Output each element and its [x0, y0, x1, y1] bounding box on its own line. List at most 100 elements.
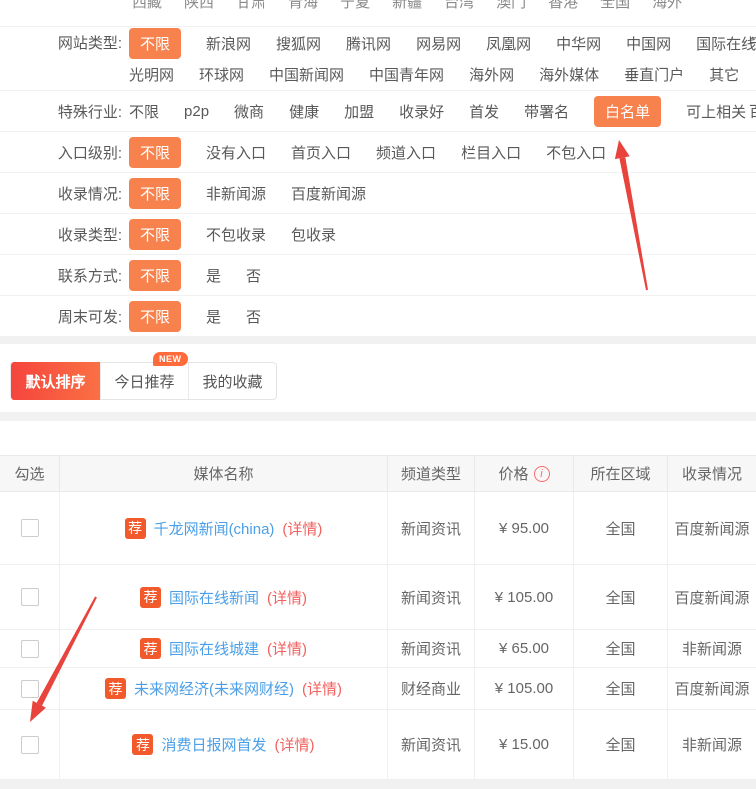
filter-option[interactable]: 白名单 [594, 95, 662, 127]
detail-link[interactable]: (详情) [267, 638, 307, 659]
price-cell: ¥ 105.00 [475, 668, 574, 710]
filter-option[interactable]: 不限 [129, 177, 182, 209]
detail-link[interactable]: (详情) [275, 734, 315, 755]
filter-option[interactable]: 不包收录 [206, 224, 266, 245]
filter-option[interactable]: 百度新闻源 [291, 183, 366, 204]
price-cell: ¥ 95.00 [475, 492, 574, 565]
filter-row: 特殊行业: 百 不限 p2p 微商 健康 加盟 收录好 首发 带署名 白名单 可上相关 [0, 91, 756, 132]
media-name-link[interactable]: 国际在线城建 [169, 638, 259, 659]
region-option[interactable]: 新疆 [392, 0, 422, 12]
media-name-link[interactable]: 未来网经济(未来网财经) [134, 678, 294, 699]
region-option[interactable]: 宁夏 [340, 0, 370, 12]
media-cell: 荐 消费日报网首发 (详情) [60, 710, 388, 780]
row-checkbox[interactable] [20, 519, 39, 537]
filter-option[interactable]: 腾讯网 [346, 33, 391, 54]
region-option[interactable]: 陕西 [184, 0, 214, 12]
filter-option[interactable]: 不限 [129, 218, 182, 250]
filter-option[interactable]: 中国青年网 [369, 64, 444, 85]
filter-option[interactable]: 光明网 [129, 64, 174, 85]
region-cell: 全国 [574, 565, 668, 630]
detail-link[interactable]: (详情) [282, 518, 322, 539]
filter-option[interactable]: 中华网 [556, 33, 601, 54]
filter-option[interactable]: 首页入口 [291, 142, 351, 163]
region-option[interactable]: 青海 [288, 0, 318, 12]
filter-option[interactable]: 栏目入口 [461, 142, 521, 163]
filter-option[interactable]: 新浪网 [206, 33, 251, 54]
filter-option[interactable]: 微商 [234, 101, 264, 122]
filter-option[interactable]: 没有入口 [206, 142, 266, 163]
filter-option[interactable]: 不限 [129, 136, 182, 168]
filter-option[interactable]: 频道入口 [376, 142, 436, 163]
filter-option[interactable]: 是 [206, 265, 221, 286]
region-option[interactable]: 甘肃 [236, 0, 266, 12]
region-option[interactable]: 澳门 [496, 0, 526, 12]
filter-option[interactable]: 网易网 [416, 33, 461, 54]
filter-option[interactable]: 否 [246, 265, 261, 286]
filter-option[interactable]: 加盟 [344, 101, 374, 122]
sort-tab[interactable]: 今日推荐 NEW [100, 352, 188, 399]
detail-link[interactable]: (详情) [267, 587, 307, 608]
filter-row: 周末可发: 不限 是 否 [0, 296, 756, 337]
filter-option[interactable]: 健康 [289, 101, 319, 122]
filter-option[interactable]: 环球网 [199, 64, 244, 85]
filter-options-line: 千 不限 新浪网 搜狐网 腾讯网 网易网 凤凰网 中华网 中国网 国际在线 [129, 27, 756, 59]
filter-option[interactable]: 是 [206, 306, 221, 327]
filter-option[interactable]: p2p [184, 103, 209, 120]
filter-option[interactable]: 包收录 [291, 224, 336, 245]
filter-label: 入口级别: [57, 144, 122, 162]
filter-option[interactable]: 可上相关 [686, 101, 746, 122]
price-info-icon[interactable]: i [533, 465, 550, 482]
filter-option[interactable]: 非新闻源 [206, 183, 266, 204]
media-name-link[interactable]: 消费日报网首发 [161, 734, 266, 755]
row-checkbox[interactable] [20, 679, 39, 698]
region-option[interactable]: 西藏 [132, 0, 162, 12]
filter-option[interactable]: 凤凰网 [486, 33, 531, 54]
detail-link[interactable]: (详情) [302, 678, 342, 699]
table-row: 荐 未来网经济(未来网财经) (详情) 财经商业 ¥ 105.00 全国 百度新… [0, 668, 756, 710]
media-name-link[interactable]: 国际在线新闻 [169, 587, 259, 608]
filter-option[interactable]: 不限 [129, 300, 182, 332]
filter-option[interactable]: 带署名 [524, 101, 569, 122]
filter-option[interactable]: 不限 [129, 101, 159, 122]
filter-option[interactable]: 中国新闻网 [269, 64, 344, 85]
region-option[interactable]: 海外 [652, 0, 682, 12]
row-checkbox[interactable] [20, 588, 39, 606]
header-region: 所在区域 [574, 455, 668, 492]
inclusion-cell: 非新闻源 [668, 710, 756, 780]
filter-option[interactable]: 中国网 [626, 33, 671, 54]
header-inclusion: 收录情况 [668, 455, 756, 492]
filter-option[interactable]: 不限 [129, 259, 182, 291]
header-price: 价格 i [475, 455, 574, 492]
filter-option[interactable]: 不限 [129, 27, 182, 59]
row-checkbox[interactable] [20, 639, 39, 658]
price-cell: ¥ 15.00 [475, 710, 574, 780]
media-name-link[interactable]: 千龙网新闻(china) [154, 518, 275, 539]
region-option[interactable]: 香港 [548, 0, 578, 12]
recommend-badge: 荐 [132, 734, 154, 755]
filter-option[interactable]: 否 [246, 306, 261, 327]
filter-options-line: 光明网 环球网 中国新闻网 中国青年网 海外网 海外媒体 垂直门户 其它 [129, 59, 756, 90]
row-checkbox[interactable] [20, 735, 39, 754]
price-cell: ¥ 105.00 [475, 565, 574, 630]
tabs-band: 默认排序 今日推荐 NEW 我的收藏 [0, 344, 756, 412]
filter-option[interactable]: 首发 [469, 101, 499, 122]
price-cell: ¥ 65.00 [475, 630, 574, 668]
sort-tab[interactable]: 我的收藏 [188, 363, 276, 399]
table-row: 荐 国际在线新闻 (详情) 新闻资讯 ¥ 105.00 全国 百度新闻源 [0, 565, 756, 630]
filter-option[interactable]: 不包入口 [546, 142, 606, 163]
filter-option[interactable]: 搜狐网 [276, 33, 321, 54]
filter-option[interactable]: 海外媒体 [539, 64, 599, 85]
recommend-badge: 荐 [105, 678, 126, 699]
region-option[interactable]: 全国 [600, 0, 630, 12]
sort-tab[interactable]: 默认排序 [10, 362, 100, 400]
filter-row: 收录类型: 不限 不包收录 包收录 [0, 214, 756, 255]
filter-option[interactable]: 收录好 [399, 101, 444, 122]
filter-option[interactable]: 国际在线 [696, 33, 756, 54]
region-option[interactable]: 台湾 [444, 0, 474, 12]
spacer [0, 421, 756, 455]
filter-option[interactable]: 其它 [709, 64, 739, 85]
filter-option[interactable]: 垂直门户 [624, 64, 684, 85]
clipped-filter-option[interactable]: 千 [749, 33, 756, 54]
clipped-filter-option[interactable]: 百 [749, 101, 756, 122]
filter-option[interactable]: 海外网 [469, 64, 514, 85]
